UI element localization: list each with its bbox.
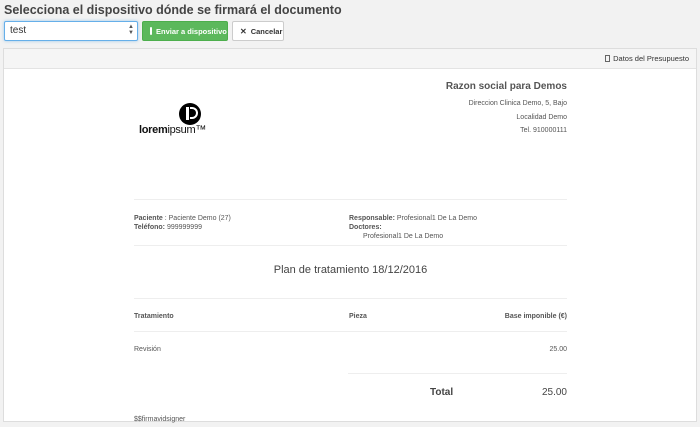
- budget-data-link[interactable]: Datos del Presupuesto: [605, 54, 689, 63]
- patient-info: Paciente : Paciente Demo (27) Teléfono: …: [134, 215, 231, 231]
- cancel-button[interactable]: ✕ Cancelar: [232, 21, 284, 41]
- company-name: Razon social para Demos: [445, 81, 567, 92]
- row-base: 25.00: [549, 346, 567, 353]
- patient-label: Paciente: [134, 215, 163, 222]
- plan-title: Plan de tratamiento 18/12/2016: [273, 264, 428, 276]
- select-arrows-icon: ▲ ▼: [128, 24, 134, 36]
- company-address: Direccion Clinica Demo, 5, Bajo: [468, 100, 567, 107]
- device-select-value: test: [10, 25, 27, 36]
- device-select[interactable]: test ▲ ▼: [4, 21, 138, 41]
- table-divider: [134, 331, 567, 332]
- company-info: Razon social para Demos Direccion Clinic…: [446, 81, 567, 138]
- column-header-base: Base imponible (€): [504, 313, 567, 320]
- divider: [134, 199, 567, 200]
- cancel-label: Cancelar: [250, 26, 283, 36]
- send-to-device-label: Enviar a dispositivo: [156, 26, 227, 36]
- responsible-value: Profesional1 De La Demo: [396, 215, 478, 222]
- total-value: 25.00: [541, 387, 567, 398]
- divider: [134, 298, 567, 299]
- company-phone: Tel. 910000111: [520, 127, 567, 134]
- row-treatment: Revisión: [134, 346, 161, 353]
- page-heading: Selecciona el dispositivo dónde se firma…: [4, 3, 342, 17]
- patient-phone-label: Teléfono:: [134, 224, 165, 231]
- close-icon: ✕: [240, 26, 247, 36]
- patient-value: Paciente Demo (27): [168, 215, 231, 222]
- total-divider: [348, 373, 567, 374]
- divider: [134, 245, 567, 246]
- doctor-name: Profesional1 De La Demo: [363, 233, 444, 240]
- responsible-label: Responsable:: [349, 215, 395, 222]
- logo-wordmark: loremipsum™: [139, 124, 207, 136]
- column-header-piece: Pieza: [349, 313, 367, 320]
- patient-phone-value: 999999999: [166, 224, 202, 231]
- column-header-treatment: Tratamiento: [134, 313, 174, 320]
- logo-mark-icon: [179, 103, 201, 125]
- phone-icon: [150, 27, 152, 35]
- doctors-label: Doctores:: [349, 224, 382, 231]
- staff-info: Responsable: Profesional1 De La Demo Doc…: [349, 214, 477, 241]
- send-to-device-button[interactable]: Enviar a dispositivo: [142, 21, 228, 41]
- budget-data-label: Datos del Presupuesto: [613, 54, 689, 63]
- document-icon: [605, 55, 611, 62]
- total-label: Total: [430, 387, 454, 398]
- clinic-logo: loremipsum™: [139, 103, 221, 137]
- toolbar: test ▲ ▼ Enviar a dispositivo ✕ Cancelar: [4, 21, 284, 41]
- signature-placeholder: $$firmavidsigner: [134, 416, 186, 423]
- document-panel: Datos del Presupuesto loremipsum™ Razon …: [3, 48, 697, 423]
- panel-header: Datos del Presupuesto: [4, 49, 696, 69]
- company-locality: Localidad Demo: [516, 113, 567, 121]
